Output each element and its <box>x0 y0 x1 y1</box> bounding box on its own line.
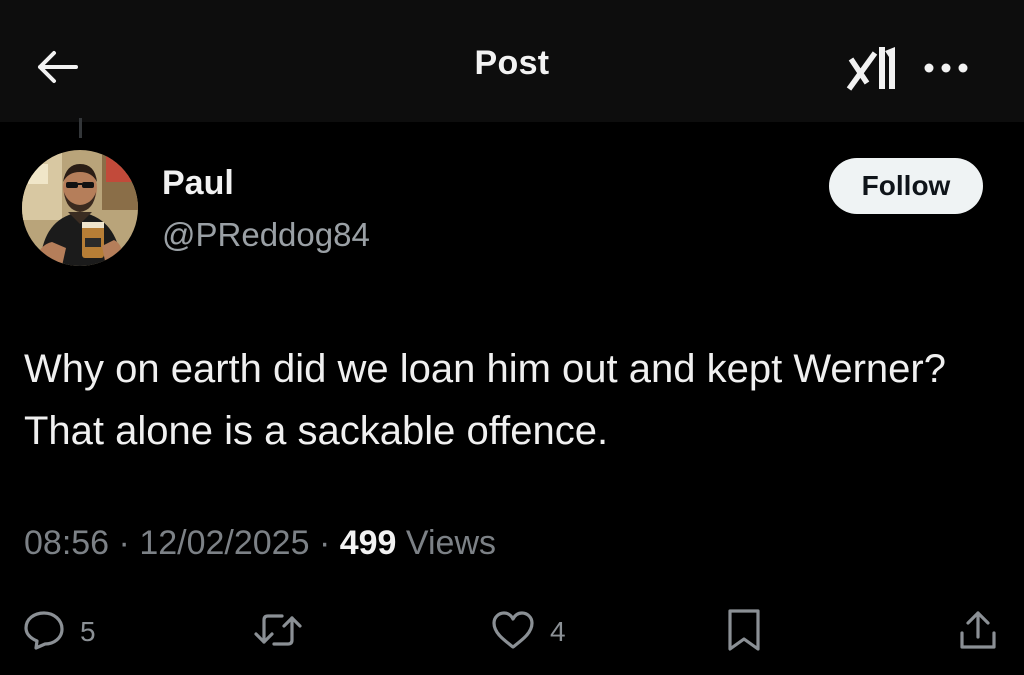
views-label: Views <box>405 524 497 562</box>
repost-button[interactable] <box>252 600 304 664</box>
thread-connector-line <box>79 118 82 138</box>
author-display-name[interactable]: Paul <box>162 164 234 203</box>
grok-icon <box>845 43 899 98</box>
share-button[interactable] <box>956 600 1000 664</box>
bookmark-icon <box>724 607 764 658</box>
like-count: 4 <box>550 616 566 647</box>
repost-icon <box>252 608 304 657</box>
avatar[interactable] <box>22 150 138 266</box>
post-time: 08:56 <box>24 524 110 562</box>
post-text: Why on earth did we loan him out and kep… <box>24 347 946 453</box>
like-icon <box>490 609 536 656</box>
action-bar: 5 4 <box>0 600 1024 664</box>
reply-button[interactable]: 5 <box>22 600 96 664</box>
share-icon <box>956 607 1000 658</box>
reply-icon <box>22 608 66 657</box>
reply-count: 5 <box>80 616 96 647</box>
post-date: 12/02/2025 <box>139 524 310 562</box>
more-button[interactable] <box>916 48 976 92</box>
meta-separator: · <box>318 524 331 562</box>
like-button[interactable]: 4 <box>490 600 566 664</box>
meta-separator: · <box>118 524 130 562</box>
top-bar: Post <box>0 0 1024 122</box>
author-handle[interactable]: @PReddog84 <box>162 216 370 254</box>
views-count: 499 <box>339 524 397 562</box>
more-horizontal-icon <box>923 61 969 79</box>
grok-button[interactable] <box>842 42 902 98</box>
post-meta: 08:56 · 12/02/2025 · 499 Views <box>24 524 496 563</box>
follow-button[interactable]: Follow <box>829 158 983 214</box>
bookmark-button[interactable] <box>724 600 764 664</box>
